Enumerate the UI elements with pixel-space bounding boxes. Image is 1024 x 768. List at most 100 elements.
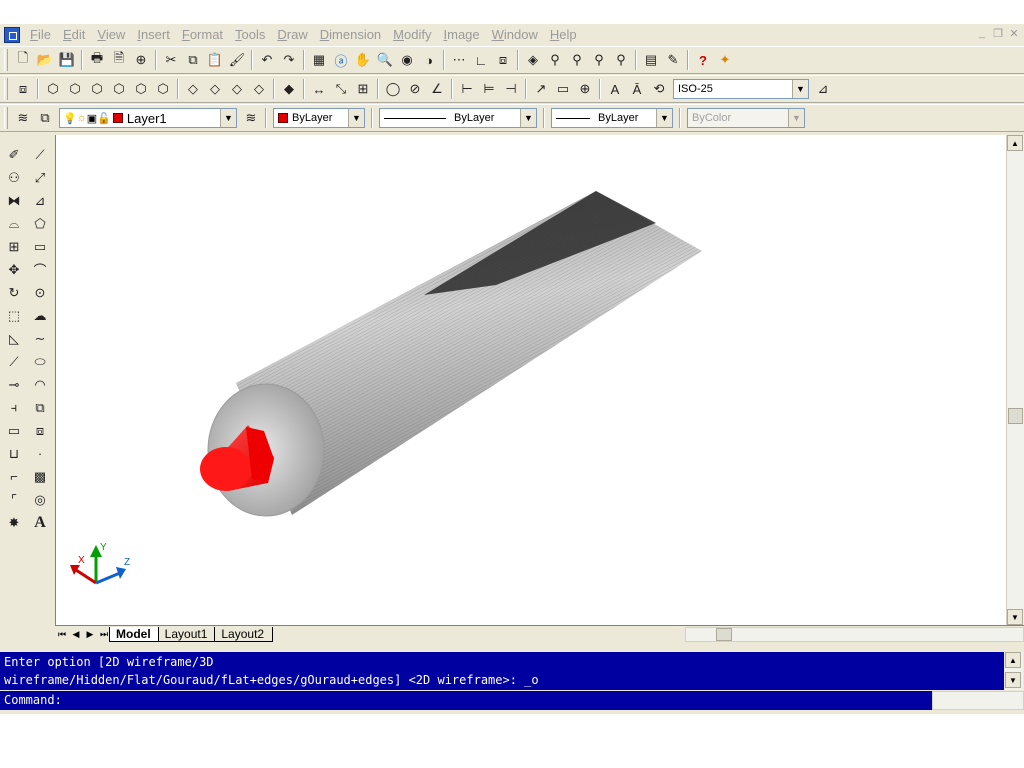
aligned-dimension-icon[interactable]: ⤡	[330, 78, 352, 100]
block-icon[interactable]: ⧈	[492, 49, 514, 71]
multiline-text-icon[interactable]: A	[29, 511, 51, 534]
command-history-scrollbar[interactable]: ▲ ▼	[1005, 652, 1023, 690]
print-icon[interactable]: 🖶	[86, 49, 108, 71]
tab-model[interactable]: Model	[109, 626, 160, 642]
copy-icon[interactable]: ⧉	[182, 49, 204, 71]
save-icon[interactable]: 💾	[56, 49, 78, 71]
menu-format[interactable]: Format	[176, 24, 229, 46]
menu-image[interactable]: Image	[437, 24, 485, 46]
baseline-dimension-icon[interactable]: ⊨	[478, 78, 500, 100]
front-view-icon[interactable]: ⬡	[152, 78, 174, 100]
match-properties-icon[interactable]: 🖌	[226, 49, 248, 71]
array-icon[interactable]: ⊞	[3, 235, 25, 258]
center-mark-icon[interactable]: ⊕	[574, 78, 596, 100]
open-folder-icon[interactable]: 📂	[34, 49, 56, 71]
polygon-icon[interactable]: ⬠	[29, 212, 51, 235]
camera-icon[interactable]: ◆	[278, 78, 300, 100]
layer-select[interactable]: 💡 ☼ ▣ 🔓 Layer1 ▼	[59, 108, 237, 128]
bottom-view-icon[interactable]: ⬡	[86, 78, 108, 100]
make-block-icon[interactable]: ⧈	[29, 419, 51, 442]
ellipse-arc-icon[interactable]: ◠	[29, 373, 51, 396]
active-assistance-icon[interactable]: ✦	[714, 49, 736, 71]
print-preview-icon[interactable]: 🗎	[108, 49, 130, 71]
help-icon[interactable]: ?	[692, 49, 714, 71]
ne-iso-icon[interactable]: ◇	[226, 78, 248, 100]
undo-icon[interactable]: ↶	[256, 49, 278, 71]
close-icon[interactable]: ✕	[1008, 27, 1020, 40]
design-center-icon[interactable]: ▦	[308, 49, 330, 71]
zoom-in-icon[interactable]: ⚲	[566, 49, 588, 71]
circle-icon[interactable]: ⊙	[29, 281, 51, 304]
extend-icon[interactable]: ⊸	[3, 373, 25, 396]
vertical-scrollbar[interactable]: ▲ ▼	[1006, 135, 1024, 625]
mirror-icon[interactable]: ⧓	[3, 189, 25, 212]
hyperlink-icon[interactable]: ⓐ	[330, 49, 352, 71]
layer-previous-icon[interactable]: ≋	[240, 107, 262, 129]
dimension-style-icon[interactable]: ⊿	[812, 78, 834, 100]
restore-icon[interactable]: ❐	[992, 27, 1004, 40]
command-input[interactable]: Command:	[0, 691, 932, 710]
ordinate-dimension-icon[interactable]: ⊞	[352, 78, 374, 100]
right-view-icon[interactable]: ⬡	[130, 78, 152, 100]
chevron-down-icon[interactable]: ▼	[348, 109, 364, 127]
construction-line-icon[interactable]: ⤢	[29, 166, 51, 189]
pan-icon[interactable]: ✋	[352, 49, 374, 71]
ellipse-icon[interactable]: ⬭	[29, 350, 51, 373]
zoom-previous-icon[interactable]: ⚲	[588, 49, 610, 71]
ucs-icon[interactable]: ∟	[470, 49, 492, 71]
minimize-icon[interactable]: _	[976, 27, 988, 40]
insert-block-icon[interactable]: ⧉	[29, 396, 51, 419]
menu-draw[interactable]: Draw	[271, 24, 313, 46]
toolbar-grip[interactable]	[4, 78, 8, 100]
distance-icon[interactable]: ⋯	[448, 49, 470, 71]
spline-icon[interactable]: ∼	[29, 327, 51, 350]
dimension-style-select[interactable]: ISO-25 ▼	[673, 79, 809, 99]
diameter-dimension-icon[interactable]: ⊘	[404, 78, 426, 100]
properties-icon[interactable]: ▤	[640, 49, 662, 71]
tab-layout2[interactable]: Layout2	[214, 626, 274, 642]
new-file-icon[interactable]: 🗋	[12, 49, 34, 71]
tool-palettes-icon[interactable]: ✎	[662, 49, 684, 71]
copy-object-icon[interactable]: ⚇	[3, 166, 25, 189]
menu-dimension[interactable]: Dimension	[314, 24, 387, 46]
offset-icon[interactable]: ⌓	[3, 212, 25, 235]
drawing-area[interactable]: Y X Z	[55, 135, 1007, 625]
horizontal-scrollbar[interactable]	[685, 627, 1024, 642]
scroll-thumb[interactable]	[1008, 408, 1023, 424]
3d-orbit-icon[interactable]: ◉	[396, 49, 418, 71]
command-horizontal-scrollbar[interactable]	[932, 691, 1024, 710]
rotate-icon[interactable]: ↻	[3, 281, 25, 304]
menu-window[interactable]: Window	[486, 24, 544, 46]
tolerance-icon[interactable]: ▭	[552, 78, 574, 100]
toolbar-grip[interactable]	[4, 49, 8, 71]
scroll-thumb[interactable]	[716, 628, 732, 641]
menu-file[interactable]: File	[24, 24, 57, 46]
scroll-up-icon[interactable]: ▲	[1005, 652, 1021, 668]
color-select[interactable]: ByLayer ▼	[273, 108, 365, 128]
trim-icon[interactable]: ⟋	[3, 350, 25, 373]
region-icon[interactable]: ◎	[29, 488, 51, 511]
break-icon[interactable]: ▭	[3, 419, 25, 442]
menu-tools[interactable]: Tools	[229, 24, 271, 46]
next-tab-icon[interactable]: ▶	[83, 628, 97, 641]
point-icon[interactable]: ·	[29, 442, 51, 465]
lineweight-select[interactable]: ByLayer ▼	[551, 108, 673, 128]
top-view-icon[interactable]: ⬡	[64, 78, 86, 100]
left-view-icon[interactable]: ⬡	[108, 78, 130, 100]
hatch-icon[interactable]: ▩	[29, 465, 51, 488]
menu-edit[interactable]: Edit	[57, 24, 91, 46]
continue-dimension-icon[interactable]: ⊣	[500, 78, 522, 100]
scroll-up-icon[interactable]: ▲	[1007, 135, 1023, 151]
previous-tab-icon[interactable]: ◀	[69, 628, 83, 641]
explode-icon[interactable]: ✸	[3, 511, 25, 534]
menu-insert[interactable]: Insert	[131, 24, 176, 46]
rectangle-icon[interactable]: ▭	[29, 235, 51, 258]
orbit-icon[interactable]: ◈	[522, 49, 544, 71]
stretch-icon[interactable]: ◺	[3, 327, 25, 350]
se-iso-icon[interactable]: ◇	[204, 78, 226, 100]
redo-icon[interactable]: ↷	[278, 49, 300, 71]
scale-icon[interactable]: ⬚	[3, 304, 25, 327]
first-tab-icon[interactable]: ⏮	[55, 628, 69, 641]
chevron-down-icon[interactable]: ▼	[792, 80, 808, 98]
tab-layout1[interactable]: Layout1	[157, 626, 217, 642]
